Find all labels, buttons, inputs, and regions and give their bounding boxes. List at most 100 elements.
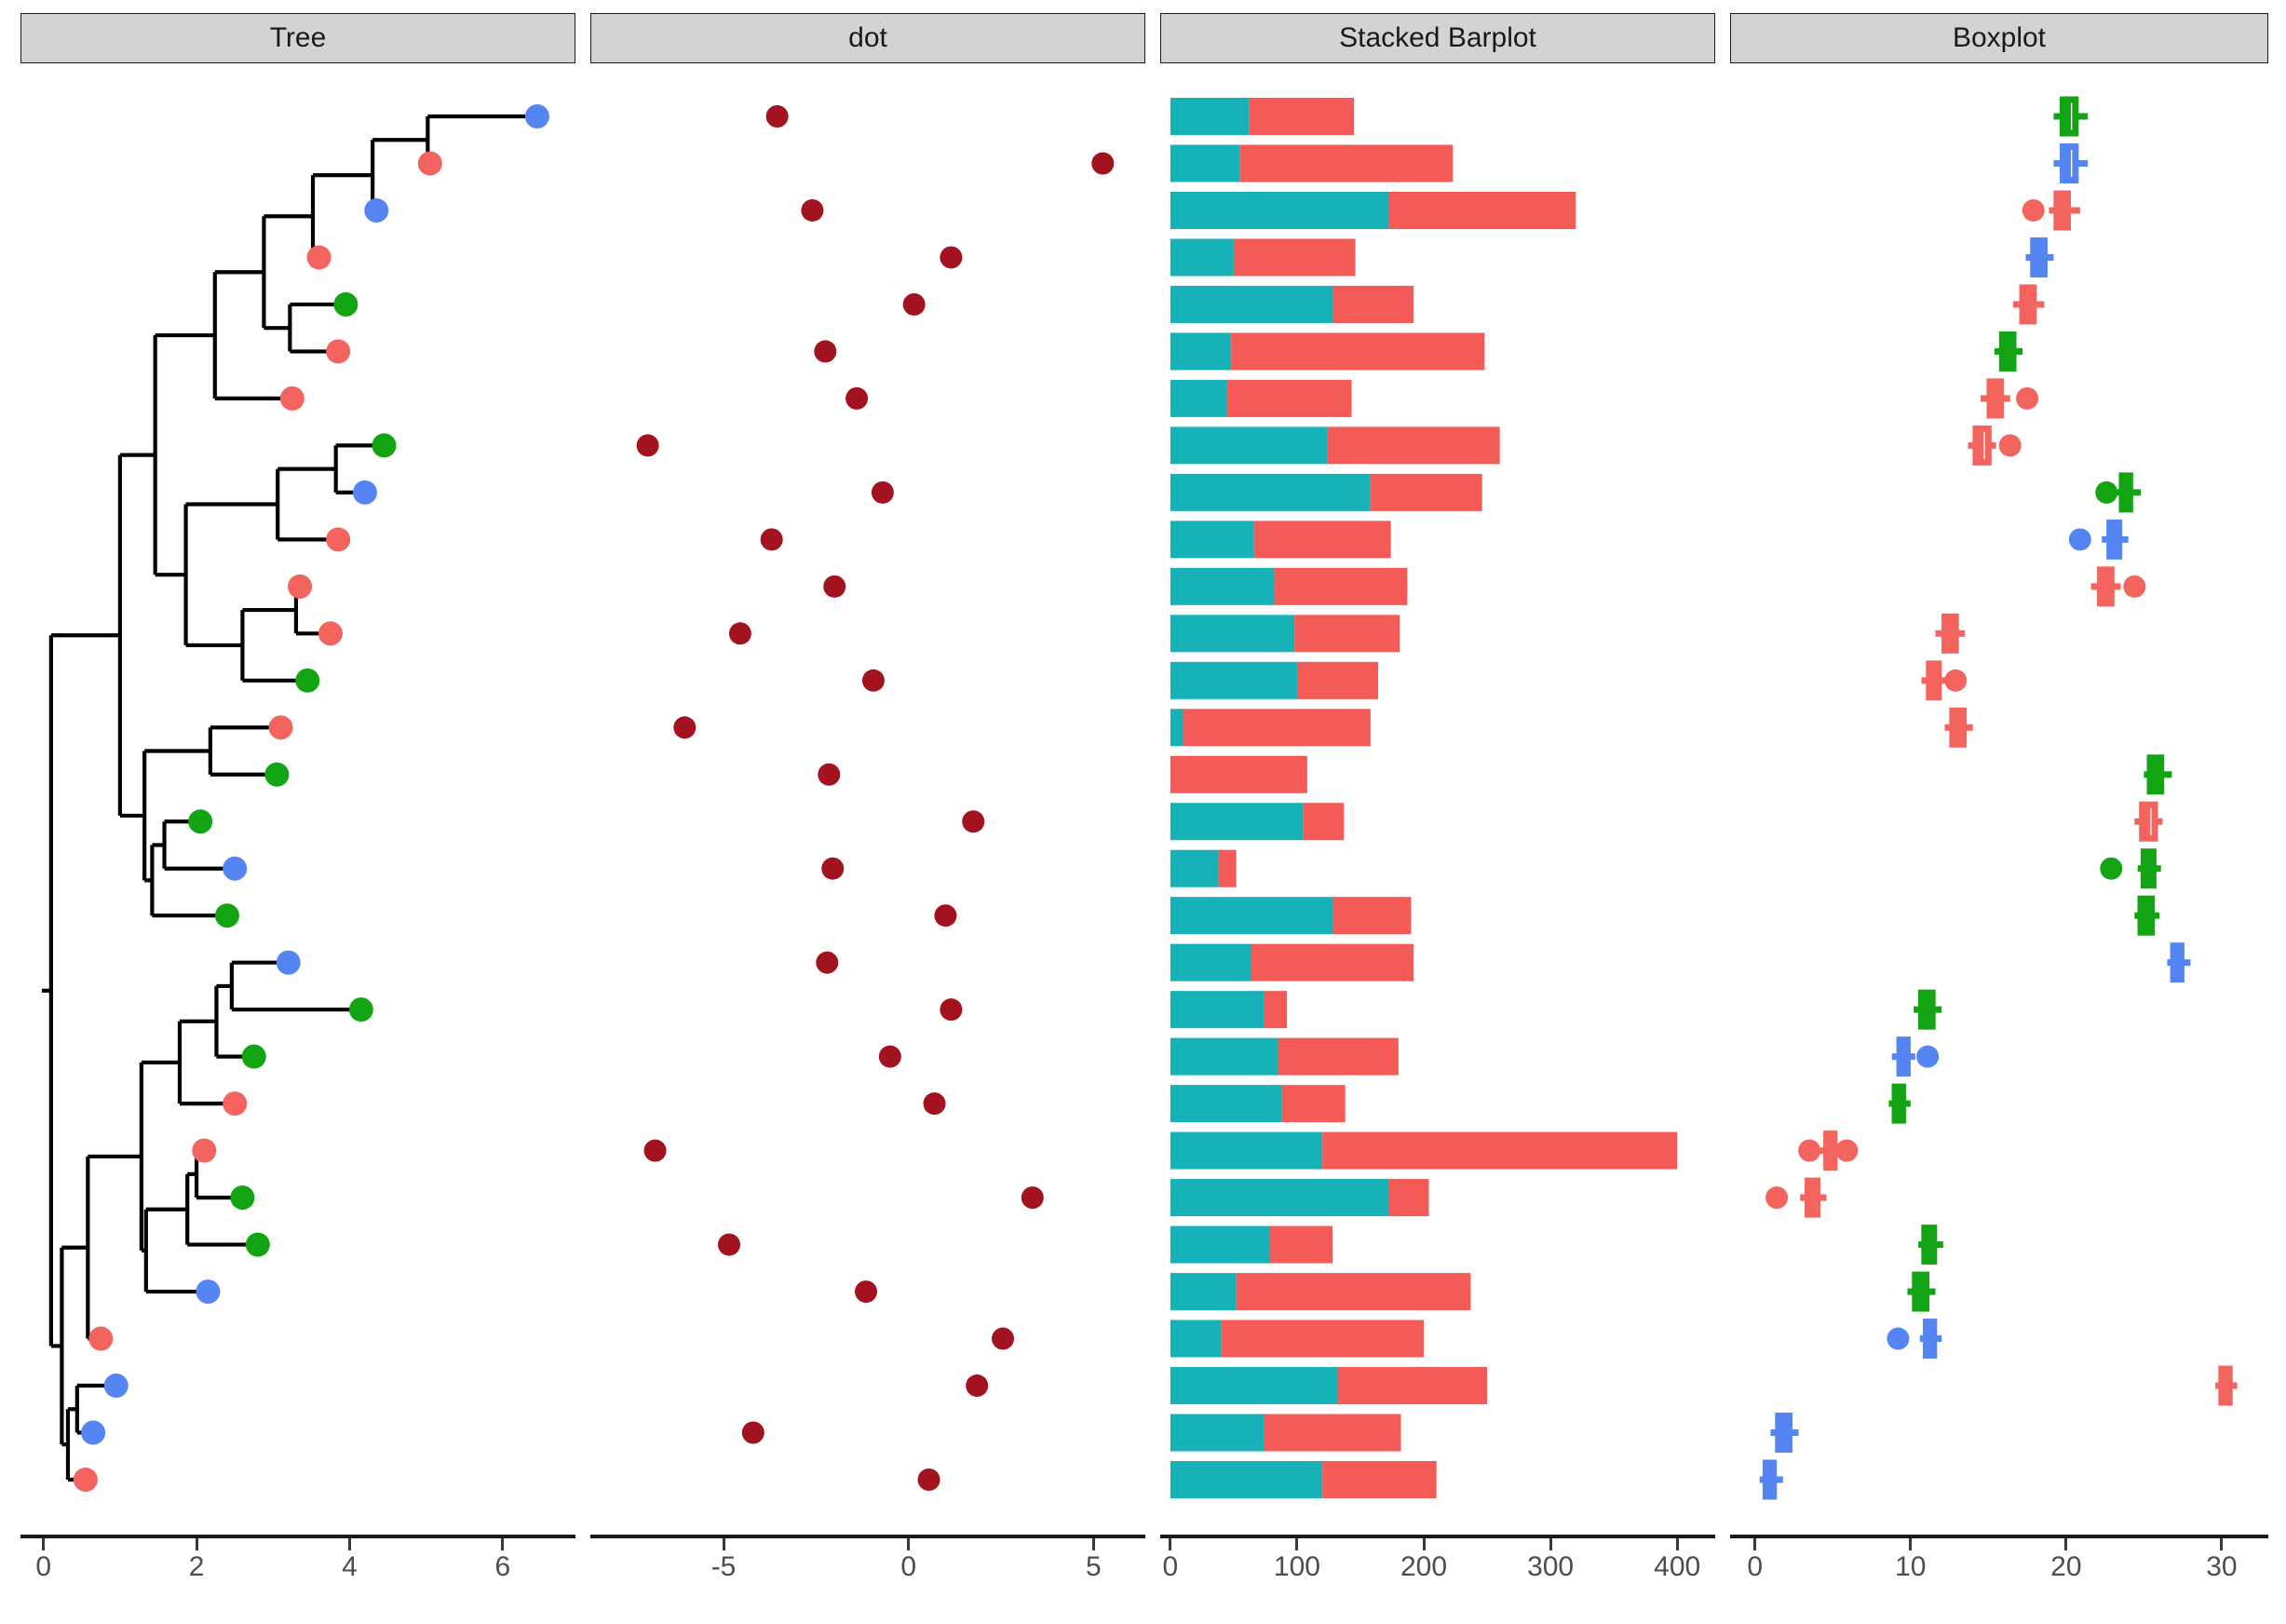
tree-tip-point[interactable] — [279, 386, 304, 411]
bar-segment-red[interactable] — [1264, 991, 1288, 1029]
bar-segment-red[interactable] — [1296, 661, 1379, 699]
boxplot-outlier[interactable] — [1887, 1327, 1910, 1350]
dot-point[interactable] — [673, 716, 697, 739]
tree-tip-point[interactable] — [241, 1044, 266, 1069]
bar-segment-teal[interactable] — [1170, 1273, 1237, 1311]
boxplot-group[interactable] — [2025, 237, 2054, 277]
bar-segment-red[interactable] — [1303, 803, 1345, 841]
boxplot-group[interactable] — [1770, 1413, 1799, 1454]
dot-point[interactable] — [741, 1421, 764, 1444]
dot-point[interactable] — [845, 386, 869, 410]
dot-point[interactable] — [878, 1045, 901, 1068]
bar-segment-teal[interactable] — [1170, 661, 1297, 699]
dot-point[interactable] — [821, 857, 845, 880]
boxplot-outlier[interactable] — [1765, 1186, 1789, 1210]
bar-segment-red[interactable] — [1322, 1131, 1678, 1170]
dot-point[interactable] — [1021, 1186, 1044, 1210]
tree-tip-point[interactable] — [214, 903, 239, 928]
boxplot-group[interactable] — [1798, 1130, 1859, 1171]
bar-segment-red[interactable] — [1281, 1085, 1346, 1123]
bar-segment-teal[interactable] — [1170, 285, 1333, 323]
dot-point[interactable] — [902, 292, 926, 316]
boxplot-outlier[interactable] — [2095, 480, 2118, 504]
tree-tip-point[interactable] — [81, 1420, 106, 1445]
boxplot-group[interactable] — [1765, 1177, 1827, 1218]
boxplot-outlier[interactable] — [2022, 198, 2045, 222]
bar-segment-red[interactable] — [1253, 521, 1391, 559]
bar-segment-teal[interactable] — [1170, 1085, 1282, 1123]
tree-tip-point[interactable] — [245, 1232, 270, 1257]
boxplot-group[interactable] — [2013, 284, 2045, 325]
boxplot-outlier[interactable] — [1944, 669, 1968, 692]
boxplot-group[interactable] — [1980, 378, 2039, 419]
tree-tip-point[interactable] — [318, 621, 343, 646]
boxplot-group[interactable] — [2100, 848, 2161, 889]
tree-tip-point[interactable] — [306, 245, 331, 270]
bar-segment-teal[interactable] — [1170, 521, 1254, 559]
boxplot-outlier[interactable] — [1835, 1139, 1859, 1162]
boxplot-group[interactable] — [2215, 1365, 2238, 1406]
boxplot-group[interactable] — [2053, 142, 2089, 183]
tree-tip-point[interactable] — [192, 1138, 217, 1163]
boxplot-group[interactable] — [2090, 566, 2146, 607]
boxplot-outlier[interactable] — [1916, 1045, 1940, 1068]
bar-segment-red[interactable] — [1170, 755, 1307, 793]
boxplot-group[interactable] — [1891, 1036, 1940, 1077]
bar-segment-teal[interactable] — [1170, 238, 1234, 277]
boxplot-group[interactable] — [2167, 942, 2191, 983]
boxplot-group[interactable] — [1914, 989, 1942, 1030]
dot-point[interactable] — [940, 998, 963, 1022]
bar-segment-red[interactable] — [1221, 1320, 1425, 1358]
tree-tip-point[interactable] — [276, 950, 301, 975]
tree-tip-point[interactable] — [196, 1279, 221, 1305]
dot-point[interactable] — [966, 1374, 989, 1398]
bar-segment-teal[interactable] — [1170, 1367, 1338, 1405]
bar-segment-red[interactable] — [1269, 1225, 1333, 1264]
dot-point[interactable] — [962, 810, 985, 833]
dot-point[interactable] — [917, 1468, 940, 1491]
boxplot-group[interactable] — [1994, 331, 2023, 372]
bar-segment-teal[interactable] — [1170, 567, 1275, 605]
bar-segment-teal[interactable] — [1170, 379, 1228, 417]
boxplot-group[interactable] — [1918, 1225, 1943, 1265]
boxplot-group[interactable] — [2022, 190, 2080, 231]
bar-segment-red[interactable] — [1249, 98, 1355, 135]
bar-segment-red[interactable] — [1251, 943, 1414, 981]
dot-point[interactable] — [814, 340, 837, 363]
dot-point[interactable] — [765, 105, 789, 128]
bar-segment-red[interactable] — [1332, 897, 1412, 935]
bar-segment-teal[interactable] — [1170, 897, 1333, 935]
tree-tip-point[interactable] — [103, 1374, 129, 1399]
bar-segment-red[interactable] — [1264, 1414, 1401, 1452]
bar-segment-teal[interactable] — [1170, 426, 1328, 465]
bar-segment-teal[interactable] — [1170, 1037, 1278, 1076]
boxplot-group[interactable] — [1759, 1459, 1783, 1500]
dot-point[interactable] — [718, 1233, 740, 1256]
boxplot-group[interactable] — [1944, 707, 1973, 748]
boxplot-group[interactable] — [2134, 895, 2160, 936]
bar-segment-teal[interactable] — [1170, 191, 1388, 229]
bar-segment-red[interactable] — [1278, 1037, 1399, 1076]
bar-segment-teal[interactable] — [1170, 98, 1250, 135]
dot-point[interactable] — [818, 763, 841, 786]
bar-segment-teal[interactable] — [1170, 473, 1371, 511]
bar-segment-red[interactable] — [1218, 849, 1237, 887]
bar-segment-red[interactable] — [1274, 567, 1408, 605]
bar-segment-teal[interactable] — [1170, 1414, 1265, 1452]
tree-tip-point[interactable] — [295, 668, 320, 693]
dot-point[interactable] — [643, 1139, 667, 1162]
dot-point[interactable] — [871, 480, 894, 504]
bar-segment-teal[interactable] — [1170, 709, 1184, 747]
boxplot-group[interactable] — [1935, 613, 1966, 654]
boxplot-group[interactable] — [1887, 1319, 1942, 1360]
boxplot-group[interactable] — [2134, 801, 2163, 842]
boxplot-group[interactable] — [2144, 754, 2172, 795]
dot-point[interactable] — [823, 575, 846, 598]
tree-tip-point[interactable] — [326, 339, 351, 364]
bar-segment-teal[interactable] — [1170, 332, 1232, 371]
tree-tip-point[interactable] — [288, 574, 313, 599]
dot-point[interactable] — [760, 528, 783, 551]
boxplot-group[interactable] — [1968, 425, 2022, 466]
boxplot-group[interactable] — [2095, 472, 2142, 513]
tree-tip-point[interactable] — [223, 856, 248, 881]
